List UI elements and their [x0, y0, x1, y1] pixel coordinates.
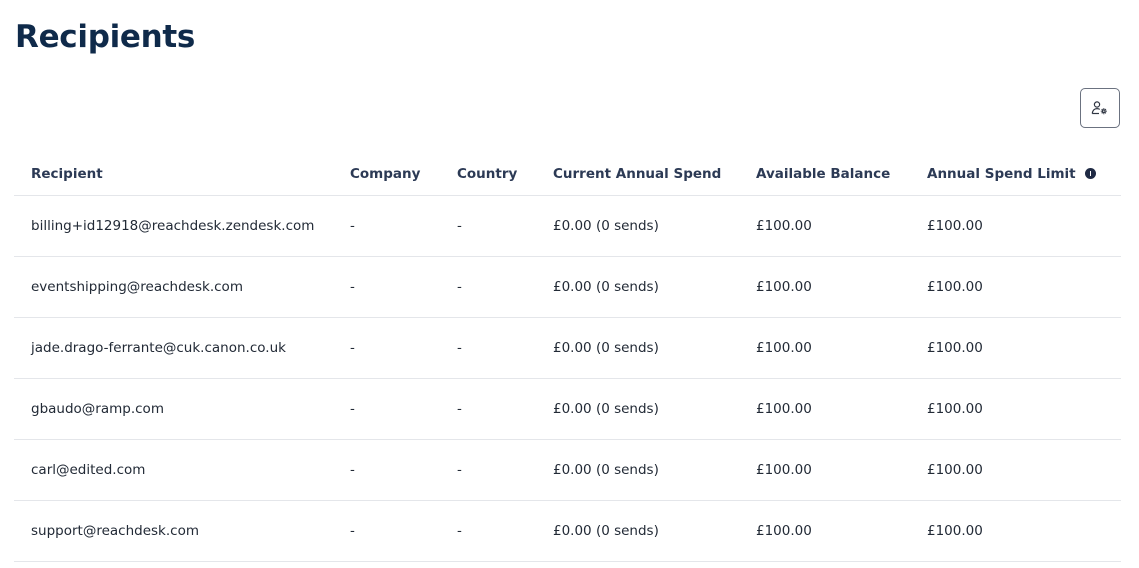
country-cell: -	[457, 439, 553, 501]
company-cell: -	[350, 378, 457, 440]
recipient-email: jade.drago-ferrante@cuk.canon.co.uk	[14, 317, 350, 379]
column-header-annual-spend-limit[interactable]: Annual Spend Limit	[927, 152, 1121, 196]
column-header-company[interactable]: Company	[350, 152, 457, 196]
column-header-recipient[interactable]: Recipient	[14, 152, 350, 196]
available-balance-cell: £100.00	[756, 378, 927, 440]
company-cell: -	[350, 317, 457, 379]
table-row[interactable]: carl@edited.com - - £0.00 (0 sends) £100…	[14, 439, 1121, 501]
country-cell: -	[457, 500, 553, 562]
current-annual-spend-cell: £0.00 (0 sends)	[553, 256, 756, 318]
available-balance-cell: £100.00	[756, 195, 927, 257]
recipient-email: support@reachdesk.com	[14, 500, 350, 562]
annual-spend-limit-cell: £100.00	[927, 378, 1121, 440]
available-balance-cell: £100.00	[756, 256, 927, 318]
company-cell: -	[350, 500, 457, 562]
current-annual-spend-cell: £0.00 (0 sends)	[553, 317, 756, 379]
country-cell: -	[457, 378, 553, 440]
company-cell: -	[350, 439, 457, 501]
available-balance-cell: £100.00	[756, 317, 927, 379]
available-balance-cell: £100.00	[756, 500, 927, 562]
table-row[interactable]: gbaudo@ramp.com - - £0.00 (0 sends) £100…	[14, 378, 1121, 440]
column-header-available-balance[interactable]: Available Balance	[756, 152, 927, 196]
country-cell: -	[457, 256, 553, 318]
info-icon[interactable]	[1084, 167, 1096, 179]
annual-spend-limit-cell: £100.00	[927, 256, 1121, 318]
column-settings-button[interactable]	[1080, 88, 1120, 128]
table-header-row: Recipient Company Country Current Annual…	[14, 152, 1121, 196]
recipient-email: eventshipping@reachdesk.com	[14, 256, 350, 318]
current-annual-spend-cell: £0.00 (0 sends)	[553, 439, 756, 501]
user-settings-icon	[1091, 100, 1109, 116]
recipients-page: Recipients Recipient Company Country Cur…	[0, 0, 1139, 568]
current-annual-spend-cell: £0.00 (0 sends)	[553, 195, 756, 257]
table-row[interactable]: billing+id12918@reachdesk.zendesk.com - …	[14, 195, 1121, 257]
annual-spend-limit-cell: £100.00	[927, 500, 1121, 562]
table-row[interactable]: jade.drago-ferrante@cuk.canon.co.uk - - …	[14, 317, 1121, 379]
recipient-email: gbaudo@ramp.com	[14, 378, 350, 440]
column-header-current-annual-spend[interactable]: Current Annual Spend	[553, 152, 756, 196]
page-title: Recipients	[15, 19, 196, 55]
annual-spend-limit-cell: £100.00	[927, 439, 1121, 501]
country-cell: -	[457, 317, 553, 379]
annual-spend-limit-cell: £100.00	[927, 195, 1121, 257]
annual-spend-limit-cell: £100.00	[927, 317, 1121, 379]
current-annual-spend-cell: £0.00 (0 sends)	[553, 378, 756, 440]
column-header-country[interactable]: Country	[457, 152, 553, 196]
company-cell: -	[350, 256, 457, 318]
table-row[interactable]: support@reachdesk.com - - £0.00 (0 sends…	[14, 500, 1121, 562]
company-cell: -	[350, 195, 457, 257]
country-cell: -	[457, 195, 553, 257]
available-balance-cell: £100.00	[756, 439, 927, 501]
recipient-email: billing+id12918@reachdesk.zendesk.com	[14, 195, 350, 257]
recipients-table: Recipient Company Country Current Annual…	[14, 152, 1121, 562]
current-annual-spend-cell: £0.00 (0 sends)	[553, 500, 756, 562]
recipient-email: carl@edited.com	[14, 439, 350, 501]
table-row[interactable]: eventshipping@reachdesk.com - - £0.00 (0…	[14, 256, 1121, 318]
